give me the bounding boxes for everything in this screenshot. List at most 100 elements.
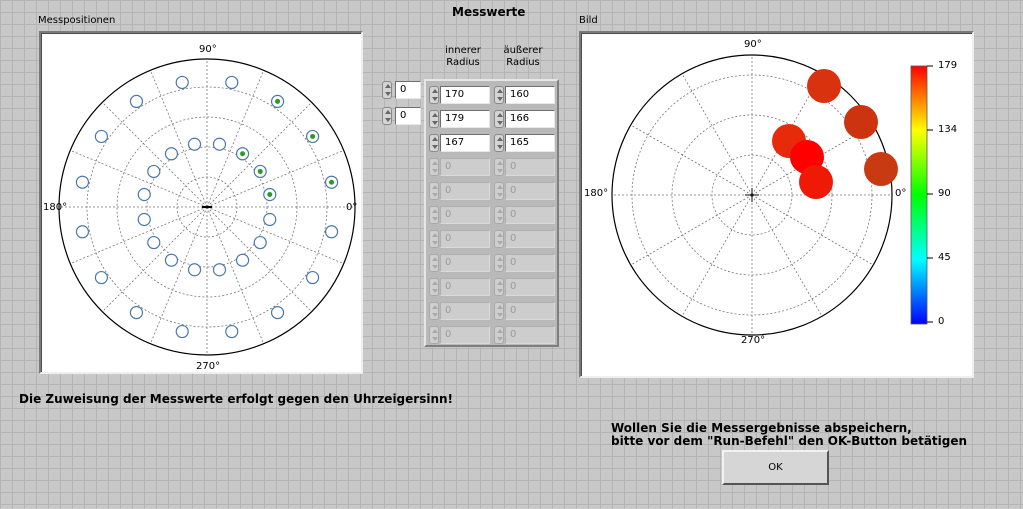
- measurement-marker: [270, 305, 285, 320]
- polar-grid-spoke: [102, 102, 208, 208]
- messpositionen-plot[interactable]: [39, 31, 363, 374]
- messpositionen-label: Messpositionen: [38, 15, 116, 26]
- outer-spinner[interactable]: [494, 182, 504, 200]
- save-message-line2: bitte vor dem "Run-Befehl" den OK-Button…: [611, 434, 968, 448]
- outer-spinner[interactable]: [494, 86, 504, 104]
- table-row: 00: [426, 278, 557, 296]
- inner-spinner[interactable]: [429, 326, 439, 344]
- polar-grid-spoke: [751, 194, 823, 317]
- left-label-270: 270°: [196, 361, 221, 372]
- inner-spinner[interactable]: [429, 158, 439, 176]
- outer-spinner[interactable]: [494, 158, 504, 176]
- measurement-marker: [225, 75, 239, 90]
- outer-spinner[interactable]: [494, 302, 504, 320]
- outer-spinner[interactable]: [494, 254, 504, 272]
- measurement-marker: [137, 187, 151, 202]
- measurement-marker: [263, 212, 277, 227]
- col-header-inner: innerer Radius: [445, 45, 481, 68]
- polar-grid-spoke: [751, 194, 874, 266]
- table-row: 179 166: [426, 110, 557, 128]
- left-label-0: 0°: [346, 202, 358, 213]
- measurement-marker: [147, 235, 161, 250]
- outer-radius-field[interactable]: 0: [505, 206, 555, 224]
- inner-radius-field[interactable]: 0: [440, 182, 490, 200]
- inner-radius-field[interactable]: 0: [440, 230, 490, 248]
- outer-spinner[interactable]: [494, 110, 504, 128]
- inner-spinner[interactable]: [429, 182, 439, 200]
- inner-spinner[interactable]: [429, 254, 439, 272]
- inner-spinner[interactable]: [429, 134, 439, 152]
- outer-radius-field[interactable]: 0: [505, 302, 555, 320]
- array-index-1[interactable]: 0: [382, 80, 422, 100]
- outer-spinner[interactable]: [494, 134, 504, 152]
- measurement-marker: [305, 270, 320, 285]
- inner-spinner[interactable]: [429, 110, 439, 128]
- measurement-marker: [253, 235, 267, 250]
- outer-radius-field[interactable]: 0: [505, 158, 555, 176]
- intensity-marker: [844, 105, 878, 139]
- measurement-marker: [75, 225, 90, 239]
- outer-spinner[interactable]: [494, 326, 504, 344]
- inner-radius-field[interactable]: 0: [440, 278, 490, 296]
- measurement-marker: [147, 164, 161, 179]
- measurement-marker: [187, 137, 202, 151]
- inner-spinner[interactable]: [429, 230, 439, 248]
- outer-radius-field[interactable]: 0: [505, 230, 555, 248]
- outer-radius-field[interactable]: 0: [505, 182, 555, 200]
- polar-grid-spoke: [206, 206, 265, 344]
- colorbar-tick-179: 179: [938, 60, 958, 71]
- outer-radius-field[interactable]: 166: [505, 110, 555, 128]
- ok-button[interactable]: OK: [722, 450, 829, 485]
- polar-grid-spoke: [630, 194, 753, 266]
- outer-spinner[interactable]: [494, 206, 504, 224]
- inner-radius-field[interactable]: 0: [440, 302, 490, 320]
- inner-radius-field[interactable]: 0: [440, 158, 490, 176]
- index-2-spinner[interactable]: [382, 107, 392, 125]
- polar-grid-spoke: [681, 73, 753, 196]
- measurement-marker: [225, 324, 239, 339]
- array-index-2[interactable]: 0: [382, 106, 422, 126]
- bild-plot[interactable]: [579, 31, 974, 378]
- colorbar-tick-45: 45: [938, 252, 951, 263]
- index-1-spinner[interactable]: [382, 81, 392, 99]
- outer-spinner[interactable]: [494, 230, 504, 248]
- inner-radius-field[interactable]: 0: [440, 254, 490, 272]
- measurement-marker: [324, 225, 339, 239]
- measurement-marker: [187, 263, 202, 277]
- inner-radius-field[interactable]: 0: [440, 326, 490, 344]
- intensity-marker: [799, 165, 833, 199]
- outer-radius-field[interactable]: 0: [505, 278, 555, 296]
- colorbar-tick-0: 0: [938, 316, 945, 327]
- table-row: 00: [426, 230, 557, 248]
- table-row: 00: [426, 158, 557, 176]
- index-2-field[interactable]: 0: [395, 107, 421, 125]
- inner-radius-field[interactable]: 0: [440, 206, 490, 224]
- left-label-90: 90°: [199, 44, 217, 55]
- table-row: 00: [426, 254, 557, 272]
- outer-radius-field[interactable]: 165: [505, 134, 555, 152]
- outer-radius-field[interactable]: 0: [505, 254, 555, 272]
- measurement-marker: [164, 253, 179, 267]
- table-row: 170 160: [426, 86, 557, 104]
- inner-spinner[interactable]: [429, 86, 439, 104]
- measurement-marker: [137, 212, 151, 227]
- inner-radius-field[interactable]: 179: [440, 110, 490, 128]
- inner-radius-field[interactable]: 170: [440, 86, 490, 104]
- measured-dot: [310, 133, 316, 139]
- inner-spinner[interactable]: [429, 278, 439, 296]
- messwerte-title: Messwerte: [452, 5, 526, 19]
- polar-grid-spoke: [630, 124, 753, 196]
- inner-spinner[interactable]: [429, 302, 439, 320]
- inner-radius-field[interactable]: 167: [440, 134, 490, 152]
- right-label-270: 270°: [741, 335, 766, 346]
- inner-spinner[interactable]: [429, 206, 439, 224]
- measurement-marker: [212, 137, 227, 151]
- index-1-field[interactable]: 0: [395, 81, 421, 99]
- outer-spinner[interactable]: [494, 278, 504, 296]
- messwerte-array: 170 160 179 166 167 165 0 0 0 0 0 0 0 0 0 0 0 0 0 0 0 0: [424, 79, 559, 347]
- measured-dot: [257, 168, 263, 174]
- outer-radius-field[interactable]: 0: [505, 326, 555, 344]
- outer-radius-field[interactable]: 160: [505, 86, 555, 104]
- table-row: 00: [426, 182, 557, 200]
- measurement-marker: [164, 147, 179, 161]
